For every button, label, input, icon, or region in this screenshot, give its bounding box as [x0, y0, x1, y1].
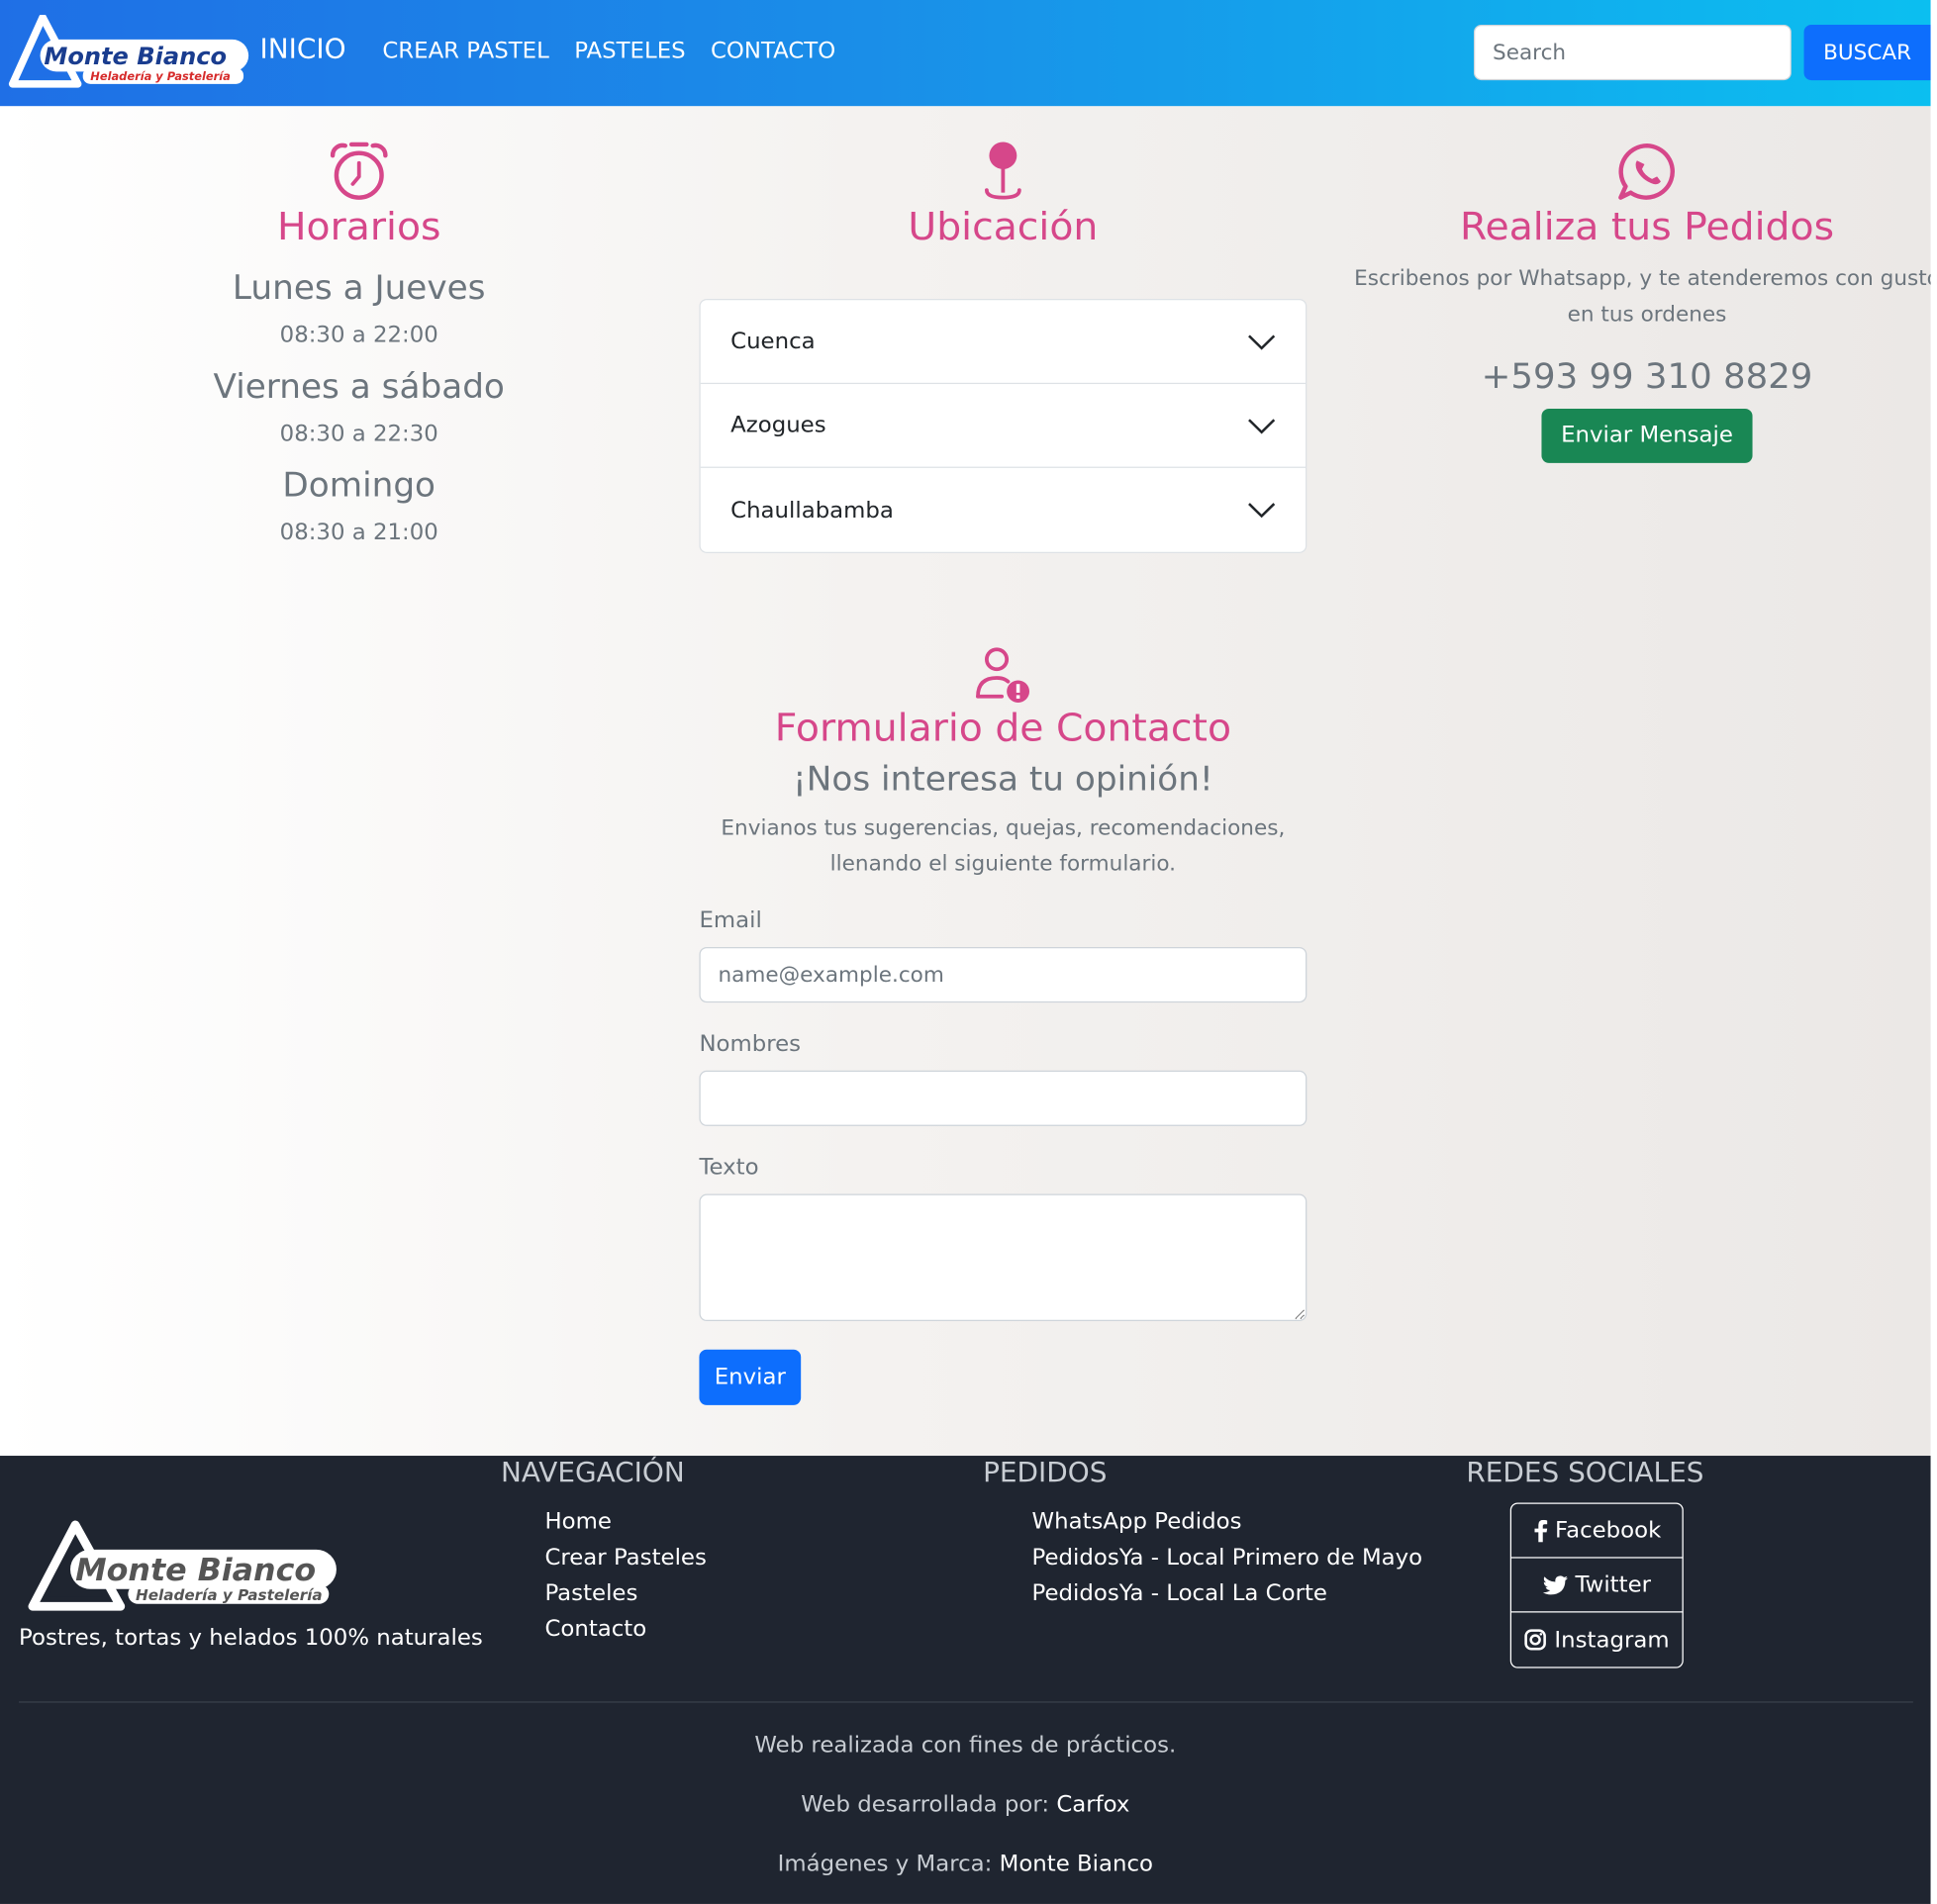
svg-text:Heladería y Pastelería: Heladería y Pastelería — [90, 69, 231, 83]
footer-link-whatsapp[interactable]: WhatsApp Pedidos — [1032, 1504, 1423, 1540]
footer-link-crear-pasteles[interactable]: Crear Pasteles — [544, 1540, 706, 1575]
horarios-title: Horarios — [276, 205, 441, 250]
top-navbar: Monte Bianco Heladería y Pastelería INIC… — [0, 0, 1931, 107]
accordion-item-cuenca[interactable]: Cuenca — [700, 300, 1307, 385]
accordion-item-azogues[interactable]: Azogues — [700, 384, 1307, 468]
footer-link-pedidosya-primero-mayo[interactable]: PedidosYa - Local Primero de Mayo — [1032, 1540, 1423, 1575]
credit-marca-label: Imágenes y Marca: — [777, 1851, 993, 1877]
schedule-days: Viernes a sábado — [213, 367, 505, 407]
pedidos-footer-title: PEDIDOS — [983, 1458, 1108, 1489]
texto-label: Texto — [699, 1154, 759, 1181]
map-pin-icon — [984, 142, 1021, 200]
search-button[interactable]: BUSCAR — [1803, 24, 1931, 81]
pedidos-title: Realiza tus Pedidos — [1459, 205, 1835, 250]
main-content: Horarios Lunes a Jueves 08:30 a 22:00 Vi… — [0, 106, 1937, 1457]
redes-title: REDES SOCIALES — [1466, 1458, 1704, 1489]
chevron-down-icon — [1248, 503, 1276, 519]
nav-pasteles[interactable]: PASTELES — [574, 39, 685, 64]
accordion-label: Cuenca — [730, 328, 816, 355]
facebook-label: Facebook — [1555, 1517, 1662, 1544]
accordion-label: Chaullabamba — [730, 497, 894, 524]
footer-link-home[interactable]: Home — [544, 1504, 706, 1540]
texto-textarea[interactable] — [699, 1193, 1307, 1322]
nav-contacto[interactable]: CONTACTO — [711, 39, 835, 64]
svg-text:Monte Bianco: Monte Bianco — [44, 43, 227, 70]
facebook-icon — [1534, 1519, 1547, 1542]
schedule-days: Domingo — [282, 466, 436, 506]
horarios-section: Horarios Lunes a Jueves 08:30 a 22:00 Vi… — [107, 141, 612, 545]
accordion-item-chaullabamba[interactable]: Chaullabamba — [701, 468, 1306, 552]
navegacion-list: Home Crear Pasteles Pasteles Contacto — [544, 1504, 706, 1648]
submit-button[interactable]: Enviar — [699, 1349, 802, 1405]
monte-bianco-logo[interactable]: Monte Bianco Heladería y Pastelería — [8, 14, 251, 89]
contact-form-section: Formulario de Contacto ¡Nos interesa tu … — [699, 647, 1307, 1405]
instagram-icon — [1524, 1629, 1547, 1651]
user-alert-icon — [976, 647, 1030, 703]
contact-subtitle: ¡Nos interesa tu opinión! — [793, 760, 1213, 800]
pedidos-list: WhatsApp Pedidos PedidosYa - Local Prime… — [1032, 1504, 1423, 1612]
twitter-link[interactable]: Twitter — [1511, 1559, 1683, 1613]
phone-number: +593 99 310 8829 — [1481, 355, 1813, 397]
ubicacion-title: Ubicación — [908, 205, 1099, 250]
schedule-hours: 08:30 a 22:00 — [279, 322, 438, 348]
site-footer: Monte Bianco Heladería y Pastelería Post… — [0, 1456, 1931, 1904]
nombres-label: Nombres — [699, 1030, 802, 1058]
contact-description: Envianos tus sugerencias, quejas, recome… — [721, 815, 1286, 877]
footer-logo: Monte Bianco Heladería y Pastelería — [28, 1520, 337, 1611]
chevron-down-icon — [1248, 418, 1276, 433]
twitter-label: Twitter — [1575, 1571, 1652, 1598]
svg-text:Monte Bianco: Monte Bianco — [75, 1553, 316, 1588]
footer-link-contacto[interactable]: Contacto — [544, 1611, 706, 1647]
footer-link-pasteles[interactable]: Pasteles — [544, 1575, 706, 1611]
schedule-days: Lunes a Jueves — [232, 268, 486, 308]
nav-inicio[interactable]: INICIO — [260, 35, 346, 65]
contact-form-title: Formulario de Contacto — [774, 706, 1232, 751]
pedidos-section: Realiza tus Pedidos Escribenos por Whats… — [1351, 141, 1937, 463]
alarm-clock-icon — [330, 142, 388, 200]
social-links: Facebook Twitter Instagram — [1509, 1502, 1684, 1668]
contact-form: Email Nombres Texto Enviar — [699, 907, 1307, 1405]
schedule-hours: 08:30 a 21:00 — [279, 520, 438, 546]
nav-crear-pastel[interactable]: CREAR PASTEL — [382, 39, 548, 64]
email-field[interactable] — [699, 946, 1307, 1003]
instagram-link[interactable]: Instagram — [1511, 1612, 1682, 1666]
instagram-label: Instagram — [1554, 1626, 1670, 1654]
credit-desarrollada: Web desarrollada por: Carfox — [0, 1791, 1931, 1817]
navegacion-title: NAVEGACIÓN — [501, 1458, 685, 1489]
facebook-link[interactable]: Facebook — [1511, 1504, 1683, 1559]
svg-text:Heladería y Pastelería: Heladería y Pastelería — [136, 1586, 323, 1604]
credit-author-link[interactable]: Carfox — [1056, 1791, 1129, 1817]
page-edge — [1930, 0, 1937, 1904]
ubicacion-section: Ubicación Cuenca Azogues Chaullabamba — [699, 141, 1307, 553]
credit-brand-link[interactable]: Monte Bianco — [1000, 1851, 1153, 1876]
twitter-icon — [1542, 1574, 1568, 1594]
nombres-field[interactable] — [699, 1070, 1307, 1126]
credit-desarrollada-label: Web desarrollada por: — [801, 1791, 1050, 1818]
pedidos-description: Escribenos por Whatsapp, y te atenderemo… — [1354, 266, 1937, 328]
credit-marca: Imágenes y Marca: Monte Bianco — [0, 1851, 1931, 1876]
footer-link-pedidosya-la-corte[interactable]: PedidosYa - Local La Corte — [1032, 1575, 1423, 1611]
whatsapp-icon — [1618, 143, 1675, 200]
footer-tagline: Postres, tortas y helados 100% naturales — [19, 1624, 483, 1652]
locations-accordion: Cuenca Azogues Chaullabamba — [699, 298, 1307, 553]
email-label: Email — [699, 907, 762, 934]
schedule-hours: 08:30 a 22:30 — [279, 421, 438, 447]
chevron-down-icon — [1248, 333, 1276, 349]
credit-practicos: Web realizada con fines de prácticos. — [754, 1732, 1177, 1759]
footer-divider — [19, 1701, 1913, 1703]
send-message-button[interactable]: Enviar Mensaje — [1542, 408, 1752, 463]
accordion-label: Azogues — [730, 412, 826, 438]
search-input[interactable] — [1473, 24, 1792, 81]
